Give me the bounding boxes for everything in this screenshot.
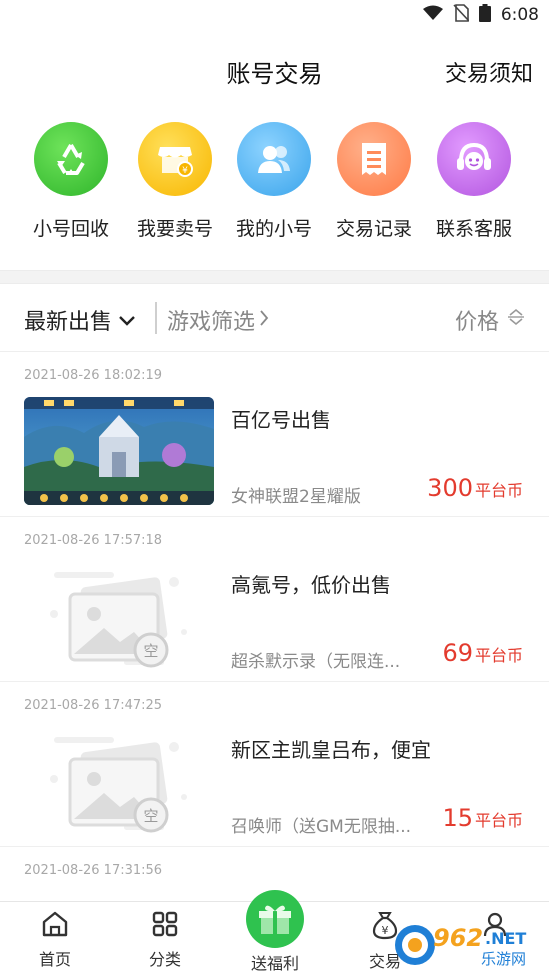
nav-category-label: 分类: [148, 950, 181, 969]
game-filter-label: 游戏筛选: [167, 310, 256, 335]
listing-time: 2021-08-26 17:31:56: [24, 863, 163, 878]
image-placeholder: 空: [24, 727, 214, 835]
listing-item[interactable]: 2021-08-26 17:57:18 空 高氪号，低价出售 超杀默示录（无限连…: [0, 517, 549, 682]
listing-time: 2021-08-26 17:47:25: [24, 698, 163, 713]
grid-icon: [151, 911, 179, 942]
listing-price: 300 平台币: [427, 474, 523, 502]
filter-separator: [155, 302, 157, 334]
listing-time: 2021-08-26 18:02:19: [24, 368, 163, 383]
latest-sort-dropdown[interactable]: 最新出售: [24, 304, 136, 336]
wifi-icon: [422, 5, 443, 25]
trade-notice-link[interactable]: 交易须知: [445, 56, 533, 88]
svg-text:¥: ¥: [382, 924, 389, 937]
listing-time: 2021-08-26 17:57:18: [24, 533, 163, 548]
gift-icon: [246, 890, 304, 948]
battery-icon: [478, 4, 491, 26]
sort-icon: [507, 307, 525, 333]
game-filter-button[interactable]: 游戏筛选: [167, 304, 269, 336]
chevron-down-icon: [118, 308, 136, 333]
recycle-icon: [34, 122, 108, 196]
listing-game: 超杀默示录（无限连...: [231, 652, 401, 672]
quick-action-label: 我要卖号: [136, 218, 213, 240]
nav-home[interactable]: 首页: [15, 910, 95, 970]
watermark-logo: 962 .NET 乐游网: [393, 922, 543, 968]
nav-home-label: 首页: [38, 950, 71, 969]
listing-price: 15 平台币: [442, 804, 523, 832]
svg-text:962: 962: [433, 924, 483, 952]
section-divider: [0, 270, 549, 284]
quick-action-label: 交易记录: [335, 218, 412, 240]
svg-text:乐游网: 乐游网: [481, 950, 526, 968]
price-value: 15: [442, 804, 473, 832]
clock: 6:08: [500, 5, 539, 25]
users-icon: [237, 122, 311, 196]
bottom-nav: 首页 分类 送福利 ¥ 交易 962 .NET 乐游网: [0, 890, 549, 976]
svg-text:¥: ¥: [182, 166, 188, 176]
listing-title: 百亿号出售: [231, 408, 331, 432]
listing-price: 69 平台币: [442, 639, 523, 667]
price-value: 300: [427, 474, 473, 502]
latest-label: 最新出售: [24, 310, 113, 335]
price-value: 69: [442, 639, 473, 667]
quick-action-records[interactable]: 交易记录: [319, 122, 429, 241]
nav-category[interactable]: 分类: [125, 910, 205, 970]
home-icon: [40, 911, 70, 942]
price-unit: 平台币: [474, 481, 523, 500]
listing-game: 女神联盟2星耀版: [231, 487, 361, 507]
quick-action-label: 联系客服: [435, 218, 512, 240]
chevron-right-icon: [259, 308, 269, 333]
nav-welfare[interactable]: 送福利: [244, 890, 306, 974]
status-bar: 6:08: [0, 0, 549, 32]
price-unit: 平台币: [474, 646, 523, 665]
quick-action-support[interactable]: 联系客服: [419, 122, 529, 241]
price-unit: 平台币: [474, 811, 523, 830]
listing-game: 召唤师（送GM无限抽...: [231, 817, 412, 837]
placeholder-glyph: 空: [143, 642, 158, 660]
no-sim-icon: [453, 4, 470, 26]
game-screenshot: [24, 397, 214, 505]
image-placeholder: 空: [24, 562, 214, 670]
listing-item[interactable]: 2021-08-26 18:02:19 百亿号出售 女神联盟2星耀版 300 平…: [0, 352, 549, 517]
quick-action-my-accounts[interactable]: 我的小号: [219, 122, 329, 241]
price-sort-button[interactable]: 价格: [455, 304, 525, 336]
quick-actions: 小号回收 ¥ 我要卖号 我的小号 交易记录 联系客服: [0, 122, 549, 252]
svg-text:.NET: .NET: [485, 929, 526, 948]
headset-icon: [437, 122, 511, 196]
listing-title: 高氪号，低价出售: [231, 573, 391, 597]
quick-action-label: 小号回收: [32, 218, 109, 240]
quick-action-label: 我的小号: [235, 218, 312, 240]
listing-title: 新区主凯皇吕布，便宜: [231, 738, 431, 762]
screen: 6:08 账号交易 交易须知 小号回收 ¥ 我要卖号 我的小号 交易记录 联系客…: [0, 0, 549, 976]
quick-action-sell[interactable]: ¥ 我要卖号: [120, 122, 230, 241]
shop-icon: ¥: [138, 122, 212, 196]
placeholder-glyph: 空: [143, 807, 158, 825]
quick-action-recycle[interactable]: 小号回收: [16, 122, 126, 241]
listing-item[interactable]: 2021-08-26 17:47:25 空 新区主凯皇吕布，便宜 召唤师（送GM…: [0, 682, 549, 847]
receipt-icon: [337, 122, 411, 196]
filter-bar: 最新出售 游戏筛选 价格: [0, 284, 549, 352]
nav-welfare-label: 送福利: [250, 954, 299, 973]
price-label: 价格: [454, 310, 499, 335]
app-header: 账号交易 交易须知: [0, 32, 549, 112]
